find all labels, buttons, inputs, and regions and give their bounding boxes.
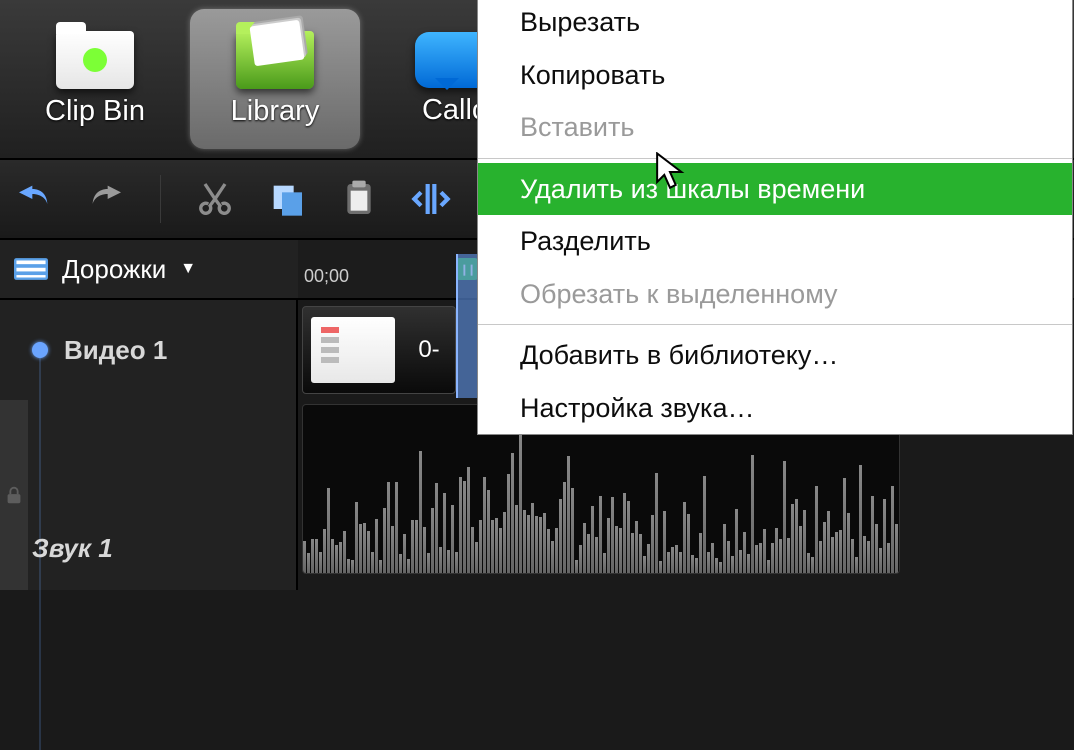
video-clip-1[interactable]: 0- xyxy=(302,306,456,394)
tracks-label: Дорожки xyxy=(62,254,166,285)
time-marker: 00;00 xyxy=(304,266,349,287)
redo-icon xyxy=(86,179,126,219)
scissors-icon xyxy=(195,179,235,219)
copy-icon xyxy=(267,179,307,219)
cut-button[interactable] xyxy=(193,177,237,221)
chevron-down-icon: ▼ xyxy=(180,260,196,278)
undo-icon xyxy=(14,179,54,219)
menu-cut[interactable]: Вырезать xyxy=(478,0,1072,49)
menu-crop-to-selection: Обрезать к выделенному xyxy=(478,268,1072,321)
paste-button[interactable] xyxy=(337,177,381,221)
clipboard-icon xyxy=(339,179,379,219)
audio-track-name: Звук 1 xyxy=(32,533,113,564)
menu-add-to-library[interactable]: Добавить в библиотеку… xyxy=(478,329,1072,382)
menu-remove-from-timeline[interactable]: Удалить из шкалы времени xyxy=(478,163,1072,216)
tracks-dropdown[interactable]: Дорожки ▼ xyxy=(0,240,298,298)
audio-track-header[interactable]: Звук 1 xyxy=(0,400,296,570)
tracks-icon xyxy=(14,258,48,280)
copy-button[interactable] xyxy=(265,177,309,221)
menu-audio-settings[interactable]: Настройка звука… xyxy=(478,382,1072,435)
undo-button[interactable] xyxy=(12,177,56,221)
split-icon xyxy=(411,179,451,219)
menu-split[interactable]: Разделить xyxy=(478,215,1072,268)
folder-open-icon xyxy=(236,31,314,89)
clip-label: 0- xyxy=(403,336,455,364)
video-track-header[interactable]: Видео 1 xyxy=(0,300,296,400)
clip-bin-button[interactable]: Clip Bin xyxy=(10,9,180,149)
folder-icon xyxy=(56,31,134,89)
split-button[interactable] xyxy=(409,177,453,221)
clip-thumbnail xyxy=(311,317,395,383)
video-track-name: Видео 1 xyxy=(64,335,167,366)
menu-separator xyxy=(478,158,1072,159)
context-menu: Вырезать Копировать Вставить Удалить из … xyxy=(477,0,1073,435)
library-label: Library xyxy=(231,95,320,128)
playhead-indicator[interactable] xyxy=(456,258,478,280)
menu-separator xyxy=(478,324,1072,325)
menu-paste: Вставить xyxy=(478,101,1072,154)
track-headers: Видео 1 Звук 1 xyxy=(0,300,298,590)
menu-copy[interactable]: Копировать xyxy=(478,49,1072,102)
redo-button[interactable] xyxy=(84,177,128,221)
clip-bin-label: Clip Bin xyxy=(45,95,145,128)
library-button[interactable]: Library xyxy=(190,9,360,149)
toolbar-divider xyxy=(160,175,161,223)
